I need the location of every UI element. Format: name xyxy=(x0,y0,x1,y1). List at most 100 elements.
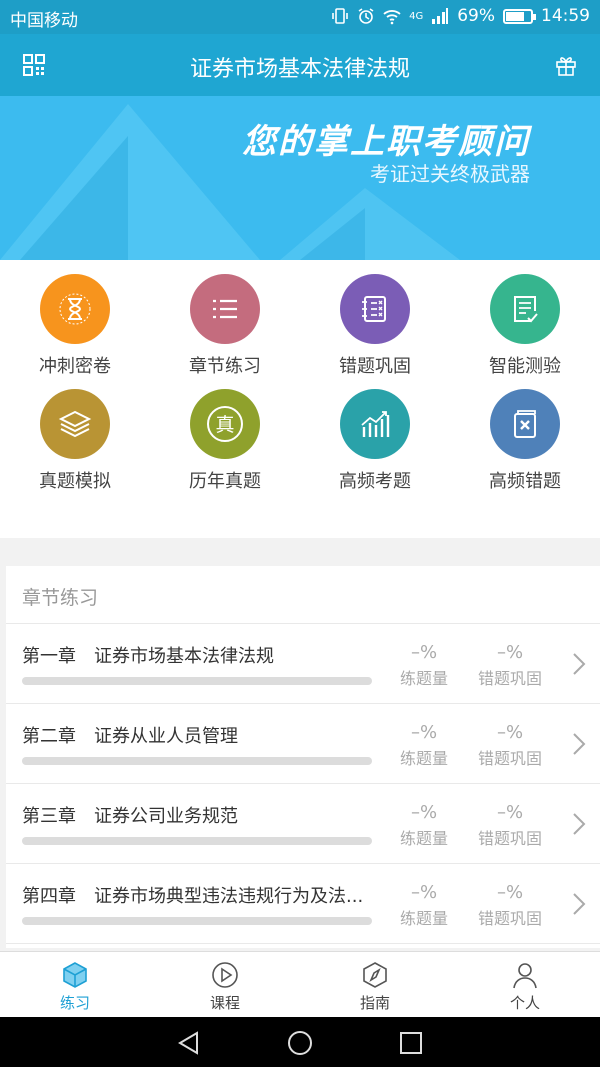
svg-text:真: 真 xyxy=(215,414,234,436)
vibrate-icon xyxy=(332,8,348,24)
feature-frequent-wrong[interactable]: 高频错题 xyxy=(450,375,600,492)
status-icons: 4G 69% 14:59 xyxy=(331,6,590,26)
chapter-name: 第一章 证券市场基本法律法规 xyxy=(22,646,274,667)
practice-value: –% xyxy=(410,882,438,903)
chapter-row[interactable]: 第一章 证券市场基本法律法规 –% 练题量 –% 错题巩固 xyxy=(6,624,600,704)
promo-banner[interactable]: 您的掌上职考顾问 考证过关终极武器 xyxy=(0,96,600,260)
app-header: 证券市场基本法律法规 xyxy=(0,34,600,96)
battery-icon xyxy=(503,8,536,24)
clock: 14:59 xyxy=(541,6,590,26)
network-type: 4G xyxy=(409,10,424,22)
practice-stat: –% 练题量 xyxy=(384,802,464,849)
chapter-name: 第二章 证券从业人员管理 xyxy=(22,726,238,747)
chapter-name: 第四章 证券市场典型违法违规行为及法... xyxy=(22,886,364,907)
wrong-label: 错题巩固 xyxy=(477,829,542,848)
feature-icon-circle: 真 xyxy=(190,389,260,459)
alarm-icon xyxy=(358,8,374,24)
feature-icon-circle xyxy=(490,389,560,459)
chapter-row[interactable]: 第三章 证券公司业务规范 –% 练题量 –% 错题巩固 xyxy=(6,784,600,864)
wrong-label: 错题巩固 xyxy=(477,909,542,928)
practice-label: 练题量 xyxy=(399,749,448,768)
feature-icon-circle xyxy=(490,274,560,344)
wrong-stat: –% 错题巩固 xyxy=(470,722,550,769)
list-icon xyxy=(213,299,237,319)
check-document-icon xyxy=(514,296,538,323)
chapter-row[interactable]: 第二章 证券从业人员管理 –% 练题量 –% 错题巩固 xyxy=(6,704,600,784)
wrong-label: 错题巩固 xyxy=(477,749,542,768)
tab-label: 课程 xyxy=(209,994,240,1012)
chevron-right-icon xyxy=(573,813,586,835)
feature-icon-circle xyxy=(190,274,260,344)
tab-label: 练习 xyxy=(59,994,90,1012)
feature-icon-circle xyxy=(340,274,410,344)
feature-icon-circle xyxy=(340,389,410,459)
page-title: 证券市场基本法律法规 xyxy=(189,57,410,82)
wrong-value: –% xyxy=(496,882,524,903)
tab-label: 个人 xyxy=(509,994,540,1012)
carrier-name: 中国移动 xyxy=(10,11,78,31)
wrong-value: –% xyxy=(496,722,524,743)
system-nav-bar xyxy=(0,1017,600,1067)
tab-courses[interactable]: 课程 xyxy=(150,952,300,1018)
back-icon[interactable] xyxy=(175,1029,203,1057)
zhen-badge-icon: 真 xyxy=(207,406,243,442)
chapter-progress-bar xyxy=(22,677,372,685)
practice-value: –% xyxy=(410,802,438,823)
layers-icon xyxy=(58,410,92,438)
feature-chapter-practice[interactable]: 章节练习 xyxy=(150,260,300,377)
banner-slogan: 您的掌上职考顾问 xyxy=(242,122,530,162)
person-icon xyxy=(513,963,537,989)
practice-value: –% xyxy=(410,642,438,663)
feature-frequent-questions[interactable]: 高频考题 xyxy=(300,375,450,492)
home-icon[interactable] xyxy=(286,1029,314,1057)
status-bar: 中国移动 4G 69% 14:59 xyxy=(0,0,600,34)
feature-exam-simulation[interactable]: 真题模拟 xyxy=(0,375,150,492)
tab-practice[interactable]: 练习 xyxy=(0,952,150,1018)
chapter-progress-bar xyxy=(22,917,372,925)
gift-icon[interactable] xyxy=(554,53,578,77)
feature-label: 真题模拟 xyxy=(39,471,111,492)
wrong-value: –% xyxy=(496,802,524,823)
wrong-stat: –% 错题巩固 xyxy=(470,882,550,929)
chapter-row[interactable]: 第四章 证券市场典型违法违规行为及法... –% 练题量 –% 错题巩固 xyxy=(6,864,600,944)
section-title: 章节练习 xyxy=(6,566,600,624)
chapter-progress-bar xyxy=(22,837,372,845)
compass-icon xyxy=(363,962,387,988)
practice-label: 练题量 xyxy=(399,829,448,848)
recents-icon[interactable] xyxy=(397,1029,425,1057)
chevron-right-icon xyxy=(573,733,586,755)
feature-wrong-review[interactable]: 错题巩固 xyxy=(300,260,450,377)
battery-level xyxy=(506,11,524,21)
wrong-stat: –% 错题巩固 xyxy=(470,802,550,849)
chapter-practice-section: 章节练习 第一章 证券市场基本法律法规 –% 练题量 –% 错题巩固 第二章 证… xyxy=(6,566,600,948)
wrong-stat: –% 错题巩固 xyxy=(470,642,550,689)
feature-label: 历年真题 xyxy=(189,471,261,492)
feature-icon-circle xyxy=(40,274,110,344)
cube-icon xyxy=(63,962,87,988)
feature-smart-quiz[interactable]: 智能测验 xyxy=(450,260,600,377)
bottom-tab-bar: 练习 课程 指南 个人 xyxy=(0,951,600,1017)
chapter-progress-bar xyxy=(22,757,372,765)
tab-profile[interactable]: 个人 xyxy=(450,952,600,1018)
tab-guide[interactable]: 指南 xyxy=(300,952,450,1018)
feature-icon-circle xyxy=(40,389,110,459)
feature-grid: 冲刺密卷 章节练习 错题巩固 智能测验 真题模拟 真 历年真题 高频考题 高频错… xyxy=(0,260,600,538)
wifi-icon xyxy=(383,10,401,25)
wrong-label: 错题巩固 xyxy=(477,669,542,688)
wrong-book-icon xyxy=(514,410,536,438)
wrong-notes-icon xyxy=(362,296,386,322)
practice-label: 练题量 xyxy=(399,909,448,928)
bar-chart-icon xyxy=(361,411,390,437)
chapter-name: 第三章 证券公司业务规范 xyxy=(22,806,238,827)
practice-stat: –% 练题量 xyxy=(384,642,464,689)
hourglass-icon xyxy=(59,293,91,325)
feature-label: 高频错题 xyxy=(489,471,561,492)
signal-icon xyxy=(432,8,449,24)
feature-label: 高频考题 xyxy=(339,471,411,492)
practice-label: 练题量 xyxy=(399,669,448,688)
feature-past-exams[interactable]: 真 历年真题 xyxy=(150,375,300,492)
banner-subslogan: 考证过关终极武器 xyxy=(370,162,530,186)
feature-sprint-papers[interactable]: 冲刺密卷 xyxy=(0,260,150,377)
wrong-value: –% xyxy=(496,642,524,663)
play-icon xyxy=(212,962,238,988)
